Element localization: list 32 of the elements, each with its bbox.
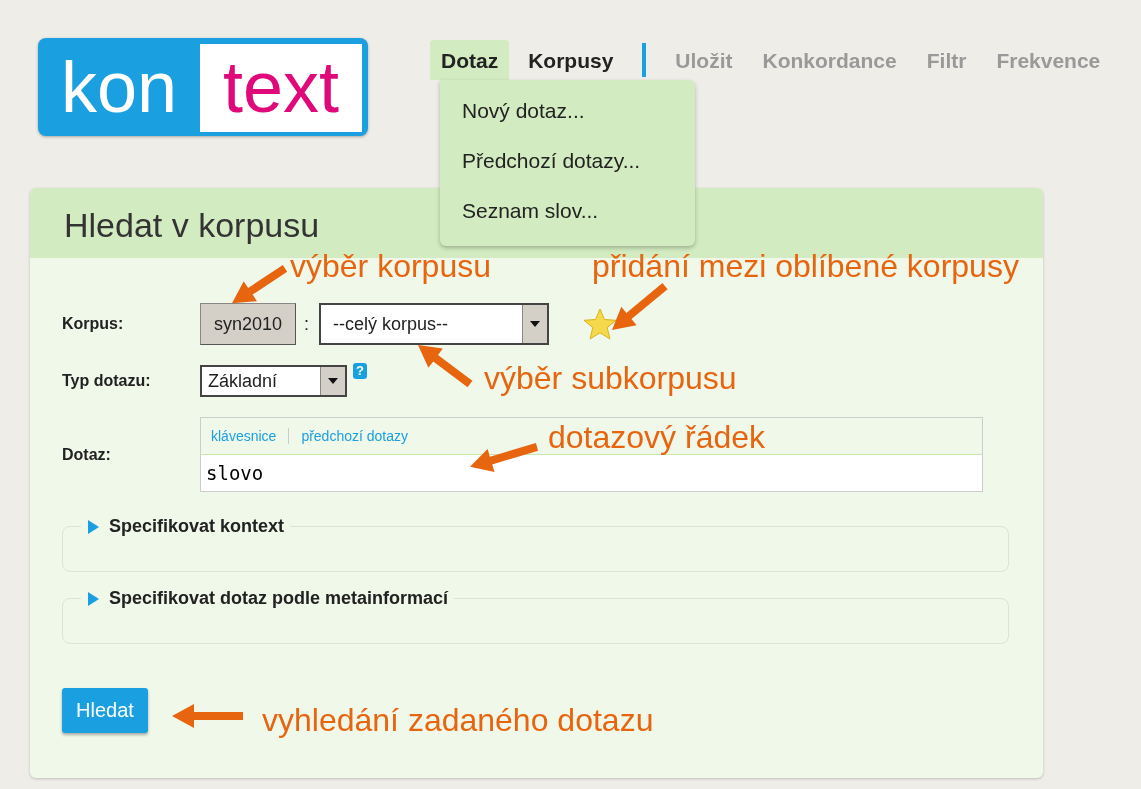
- arrow: [172, 704, 243, 728]
- query-type-select[interactable]: Základní: [200, 365, 347, 397]
- logo-text: kon: [59, 46, 179, 129]
- menu-item[interactable]: Seznam slov...: [440, 186, 695, 236]
- annotation-text: výběr subkorpusu: [484, 359, 737, 398]
- star-icon: [583, 308, 618, 340]
- select-value: Základní: [207, 370, 279, 392]
- select-value: --celý korpus--: [332, 313, 450, 335]
- field-label: Typ dotazu:: [62, 372, 152, 390]
- query-field[interactable]: slovo: [201, 455, 982, 491]
- section-toggle[interactable]: Specifikovat kontext: [109, 516, 285, 537]
- separator-text: :: [304, 313, 310, 335]
- annotation-text: vyhledání zadaného dotazu: [262, 701, 654, 740]
- dropdown-button[interactable]: [522, 305, 548, 343]
- arrow: [612, 282, 668, 331]
- subcorpus-select[interactable]: --celý korpus--: [319, 303, 550, 345]
- annotation-text: dotazový řádek: [548, 418, 765, 457]
- menu-item[interactable]: Nový dotaz...: [440, 86, 695, 136]
- dropdown-button[interactable]: [320, 367, 345, 395]
- arrow: [418, 345, 473, 388]
- field-label: Korpus:: [62, 315, 125, 333]
- arrow: [470, 443, 539, 474]
- nav-tab[interactable]: Korpusy: [517, 40, 625, 80]
- menu-item[interactable]: Předchozí dotazy...: [440, 136, 695, 186]
- caret-icon: [328, 378, 338, 384]
- nav-tab[interactable]: Dotaz: [430, 40, 510, 80]
- section-toggle[interactable]: Specifikovat dotaz podle metainformací: [109, 588, 449, 609]
- logo-text: text: [200, 44, 362, 132]
- field-label: Dotaz:: [62, 445, 112, 464]
- caret-icon: [530, 321, 541, 327]
- arrow: [232, 264, 288, 304]
- corpus-button[interactable]: syn2010: [200, 303, 297, 345]
